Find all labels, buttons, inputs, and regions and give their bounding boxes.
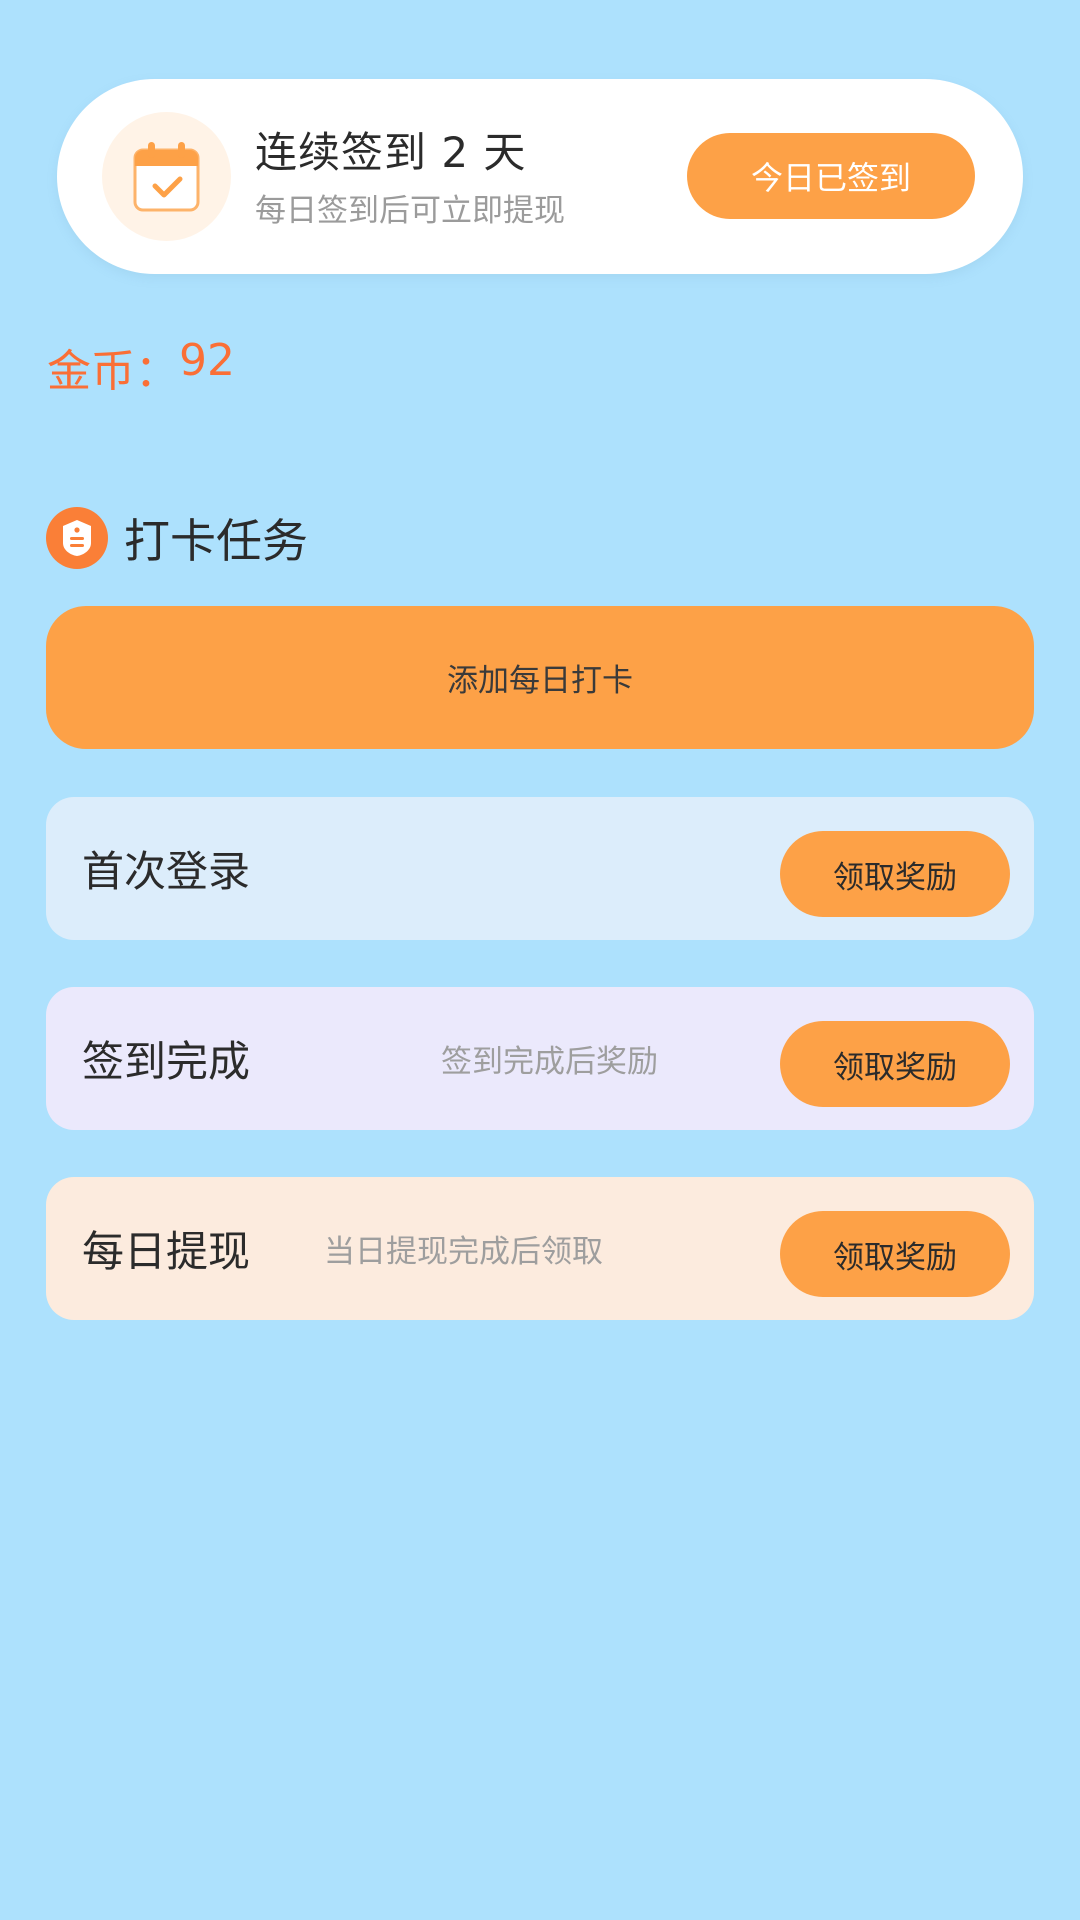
- add-daily-checkin-button[interactable]: 添加每日打卡: [46, 606, 1034, 749]
- task-row: 首次登录 领取奖励: [46, 797, 1034, 940]
- checkin-card: 连续签到 2 天 每日签到后可立即提现 今日已签到: [57, 79, 1023, 274]
- checkin-streak-title: 连续签到 2 天: [255, 128, 527, 177]
- checked-in-today-button[interactable]: 今日已签到: [687, 133, 975, 219]
- coin-balance: 金币： 92: [47, 335, 235, 399]
- calendar-check-icon: [133, 142, 200, 212]
- task-description: 当日提现完成后领取: [324, 1234, 603, 1270]
- task-name: 每日提现: [82, 1227, 251, 1276]
- task-name: 签到完成: [82, 1037, 251, 1086]
- task-row: 每日提现 当日提现完成后领取 领取奖励: [46, 1177, 1034, 1320]
- coin-value: 92: [179, 335, 235, 386]
- calendar-icon-wrapper: [102, 112, 231, 241]
- coin-label: 金币：: [47, 346, 179, 397]
- task-row: 签到完成 签到完成后奖励 领取奖励: [46, 987, 1034, 1130]
- task-badge-icon: [46, 507, 108, 569]
- claim-reward-button[interactable]: 领取奖励: [780, 831, 1010, 917]
- section-title: 打卡任务: [124, 514, 308, 568]
- task-description: 签到完成后奖励: [441, 1044, 658, 1080]
- task-section-header: 打卡任务: [46, 506, 308, 570]
- claim-reward-button[interactable]: 领取奖励: [780, 1211, 1010, 1297]
- task-name: 首次登录: [82, 847, 251, 896]
- checkin-subtitle: 每日签到后可立即提现: [255, 193, 565, 229]
- claim-reward-button[interactable]: 领取奖励: [780, 1021, 1010, 1107]
